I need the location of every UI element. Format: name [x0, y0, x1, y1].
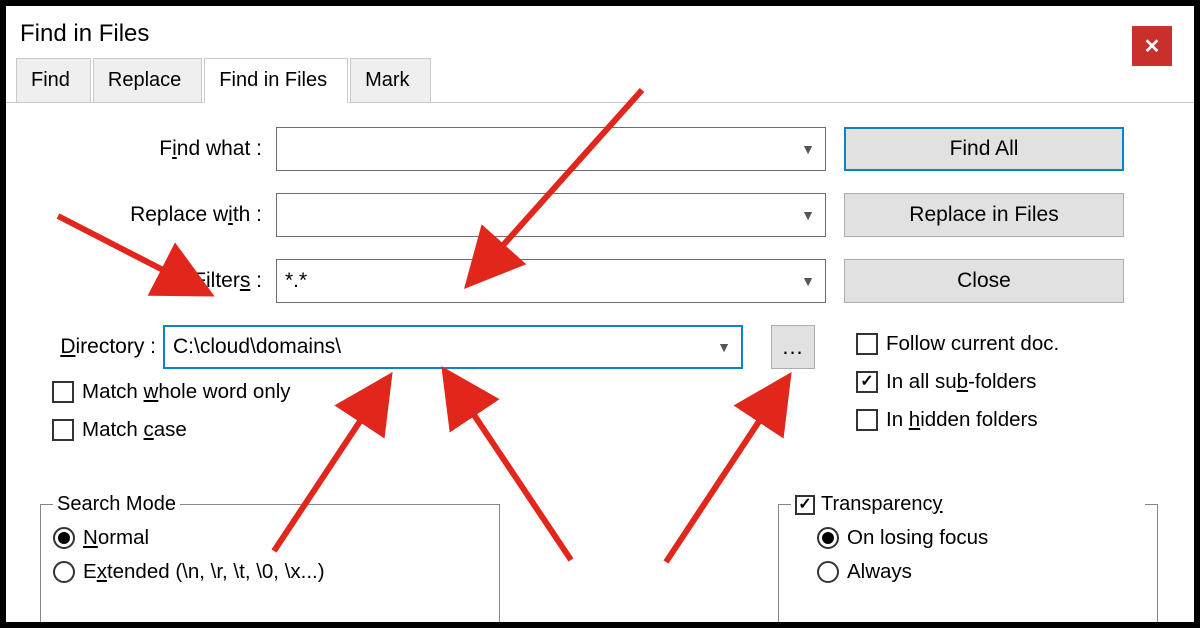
radio-icon [817, 527, 839, 549]
checkbox-icon [52, 381, 74, 403]
chevron-down-icon: ▼ [801, 207, 815, 223]
directory-options: Follow current doc. In all sub-folders I… [856, 328, 1059, 436]
tab-find[interactable]: Find [16, 58, 91, 103]
transparency-on-losing-focus-radio[interactable]: On losing focus [817, 526, 1145, 550]
follow-current-doc-checkbox[interactable]: Follow current doc. [856, 332, 1059, 356]
tab-strip: Find Replace Find in Files Mark [6, 58, 1194, 103]
radio-icon [53, 527, 75, 549]
find-in-files-dialog: Find in Files ✕ Find Replace Find in Fil… [0, 0, 1200, 628]
checkbox-icon [795, 495, 815, 515]
checkbox-icon [856, 333, 878, 355]
tab-replace[interactable]: Replace [93, 58, 202, 103]
filters-input[interactable]: *.* ▼ [276, 259, 826, 303]
find-what-input[interactable]: ▼ [276, 127, 826, 171]
close-button[interactable]: Close [844, 259, 1124, 303]
transparency-legend[interactable]: Transparency [791, 493, 1145, 516]
radio-icon [817, 561, 839, 583]
checkbox-icon [856, 409, 878, 431]
in-hidden-folders-checkbox[interactable]: In hidden folders [856, 408, 1059, 432]
chevron-down-icon: ▼ [717, 339, 731, 355]
filters-label: Filters : [6, 269, 276, 293]
transparency-group: Transparency On losing focus Always [778, 504, 1158, 628]
find-what-row: Find what : ▼ Find All [6, 124, 1194, 174]
close-window-button[interactable]: ✕ [1132, 26, 1172, 66]
replace-with-input[interactable]: ▼ [276, 193, 826, 237]
in-all-subfolders-checkbox[interactable]: In all sub-folders [856, 370, 1059, 394]
tab-find-in-files[interactable]: Find in Files [204, 58, 348, 103]
browse-directory-button[interactable]: ... [771, 325, 815, 369]
replace-with-row: Replace with : ▼ Replace in Files [6, 190, 1194, 240]
match-options: Match whole word only Match case [52, 376, 291, 446]
find-all-button[interactable]: Find All [844, 127, 1124, 171]
chevron-down-icon: ▼ [801, 273, 815, 289]
search-mode-extended-radio[interactable]: Extended (\n, \r, \t, \0, \x...) [53, 560, 487, 584]
radio-icon [53, 561, 75, 583]
find-what-label: Find what : [6, 137, 276, 161]
search-mode-normal-radio[interactable]: Normal [53, 526, 487, 550]
close-icon: ✕ [1144, 34, 1161, 59]
directory-label: Directory : [6, 335, 166, 359]
chevron-down-icon: ▼ [801, 141, 815, 157]
checkbox-icon [52, 419, 74, 441]
match-case-checkbox[interactable]: Match case [52, 418, 291, 442]
replace-with-label: Replace with : [6, 203, 276, 227]
search-mode-group: Search Mode Normal Extended (\n, \r, \t,… [40, 504, 500, 628]
filters-row: Filters : *.* ▼ Close [6, 256, 1194, 306]
dialog-title: Find in Files [6, 6, 1194, 58]
transparency-always-radio[interactable]: Always [817, 560, 1145, 584]
search-mode-legend: Search Mode [53, 493, 180, 516]
match-whole-word-checkbox[interactable]: Match whole word only [52, 380, 291, 404]
checkbox-icon [856, 371, 878, 393]
replace-in-files-button[interactable]: Replace in Files [844, 193, 1124, 237]
directory-input[interactable]: C:\cloud\domains\ ▼ [163, 325, 743, 369]
tab-mark[interactable]: Mark [350, 58, 430, 103]
